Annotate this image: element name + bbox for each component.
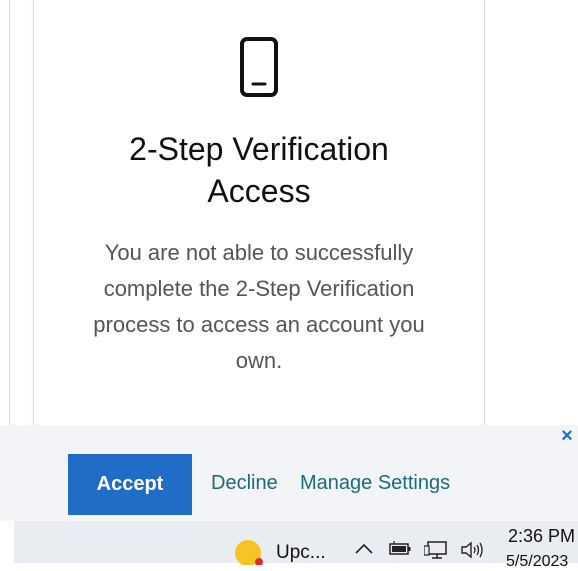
mobile-phone-icon xyxy=(240,37,278,97)
help-topic-card[interactable]: 2-Step Verification Access You are not a… xyxy=(33,0,485,441)
accept-button[interactable]: Accept xyxy=(68,454,192,515)
clock-date[interactable]: 5/5/2023 xyxy=(506,553,568,571)
taskbar: Upc... 2:36 PM 5/5/2023 xyxy=(14,521,578,570)
card-title: 2-Step Verification Access xyxy=(34,128,484,212)
volume-icon[interactable] xyxy=(460,541,484,559)
weather-sun-icon xyxy=(235,540,263,565)
taskbar-app-label: Upc... xyxy=(276,542,326,563)
card-description: You are not able to successfully complet… xyxy=(93,240,425,373)
chevron-up-icon[interactable] xyxy=(354,541,374,555)
manage-settings-button[interactable]: Manage Settings xyxy=(300,471,450,495)
close-icon[interactable]: × xyxy=(559,425,575,447)
card-title-line-2: Access xyxy=(207,173,311,209)
clock-time[interactable]: 2:36 PM xyxy=(508,526,575,547)
battery-icon[interactable] xyxy=(388,541,412,557)
cookie-consent-bar: × Accept Decline Manage Settings xyxy=(0,425,578,521)
card-title-line-1: 2-Step Verification xyxy=(129,131,389,167)
network-icon[interactable] xyxy=(424,540,448,560)
left-panel-edge xyxy=(0,0,10,425)
decline-button[interactable]: Decline xyxy=(211,471,278,495)
